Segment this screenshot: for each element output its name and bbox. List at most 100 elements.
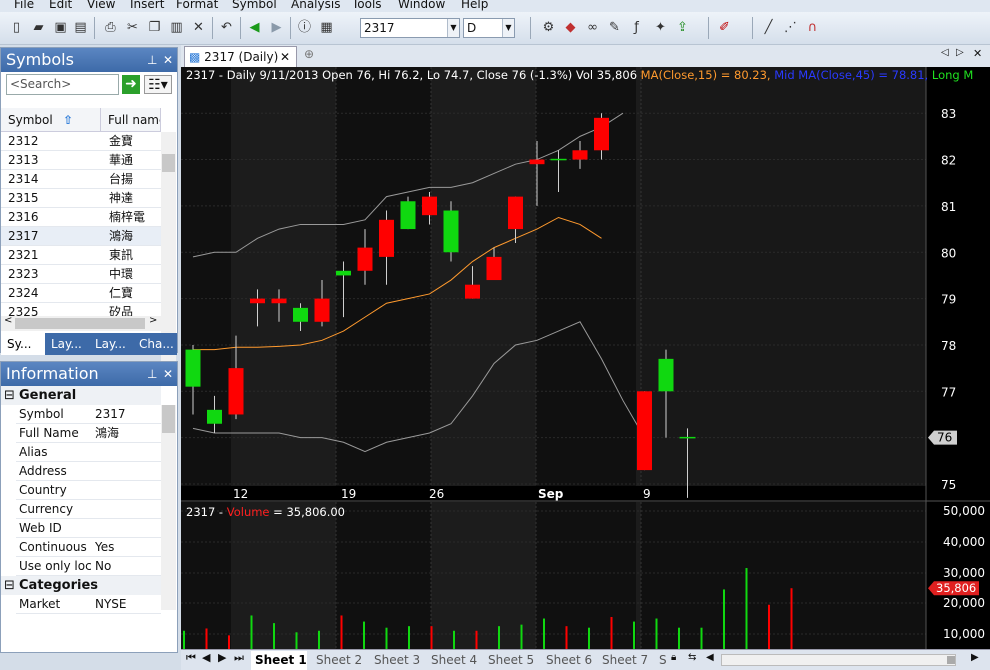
magnet-icon[interactable]: ∩ — [804, 19, 821, 36]
menu-symbol[interactable]: Symbol — [232, 0, 277, 11]
chevron-down-icon[interactable]: ▼ — [502, 19, 514, 37]
new-file-icon[interactable]: ▯ — [8, 19, 25, 36]
close-document-icon[interactable]: ✕ — [973, 47, 982, 60]
menu-insert[interactable]: Insert — [130, 0, 164, 11]
glasses-icon[interactable]: ∞ — [584, 19, 601, 36]
pin-icon[interactable]: ⊥ — [147, 48, 157, 72]
symbol-row-2313[interactable]: 2313 華通 — [1, 151, 161, 170]
cut-icon[interactable]: ✂ — [124, 19, 141, 36]
info-row[interactable]: Currency — [16, 500, 161, 519]
settings-icon[interactable]: ⚙ — [540, 19, 557, 36]
search-input[interactable]: <Search> — [6, 74, 119, 95]
symbols-scrollbar[interactable] — [161, 132, 176, 364]
scrollbar-thumb[interactable] — [162, 154, 175, 172]
sheet-tab[interactable]: Sheet 1 — [251, 651, 307, 670]
scrollbar-thumb[interactable] — [15, 318, 145, 329]
info-row[interactable]: Alias — [16, 443, 161, 462]
sheet-tab[interactable]: Sheet 3 — [370, 651, 420, 670]
info-row[interactable]: Continuous c Yes — [16, 538, 161, 557]
menu-analysis[interactable]: Analysis — [291, 0, 340, 11]
next-sheet-icon[interactable]: ▶ — [218, 651, 226, 664]
forward-icon[interactable]: ▶ — [268, 19, 285, 36]
back-icon[interactable]: ◀ — [246, 19, 263, 36]
open-folder-icon[interactable]: ▰ — [30, 19, 47, 36]
collapse-icon[interactable]: ⊟ — [4, 576, 15, 595]
symbol-combo[interactable]: 2317 ▼ — [360, 18, 460, 38]
last-sheet-icon[interactable]: ⏭ — [234, 651, 244, 665]
symbol-row-2321[interactable]: 2321 東訊 — [1, 246, 161, 265]
print-icon[interactable]: ⎙ — [102, 19, 119, 36]
copy-icon[interactable]: ❐ — [146, 19, 163, 36]
tab-chart-2317[interactable]: ▩ 2317 (Daily) ✕ — [184, 46, 297, 67]
menu-view[interactable]: View — [87, 0, 115, 11]
menu-format[interactable]: Format — [176, 0, 218, 11]
sheet-tab[interactable]: Sheet 4 — [427, 651, 477, 670]
scroll-right-icon[interactable]: > — [149, 315, 157, 326]
info-row[interactable]: Web ID — [16, 519, 161, 538]
magic-wand-icon[interactable]: ✦ — [652, 19, 669, 36]
symbol-row-2316[interactable]: 2316 楠梓電 — [1, 208, 161, 227]
period-combo[interactable]: D ▼ — [463, 18, 515, 38]
horizontal-scrollbar[interactable]: < > — [1, 315, 161, 331]
first-sheet-icon[interactable]: ⏮ — [186, 651, 196, 665]
tab-scroll-right-icon[interactable]: ▷ — [956, 47, 964, 58]
menu-tools[interactable]: Tools — [352, 0, 382, 11]
edit-icon[interactable]: ✎ — [606, 19, 623, 36]
close-icon[interactable]: ✕ — [163, 48, 173, 72]
menu-help[interactable]: Help — [461, 0, 488, 11]
info-scrollbar[interactable] — [161, 405, 176, 610]
chevron-down-icon[interactable]: ▼ — [447, 19, 459, 37]
info-row[interactable]: Full Name 鴻海 — [16, 424, 161, 443]
sheet-tab[interactable]: Sheet 2 — [312, 651, 362, 670]
draw-color-icon[interactable]: ✐ — [716, 19, 733, 36]
sheet-tab[interactable]: Sheet 6 — [542, 651, 592, 670]
paste-icon[interactable]: ▥ — [168, 19, 185, 36]
column-header-symbol[interactable]: Symbol ⇧ — [1, 108, 101, 132]
symbol-row-2312[interactable]: 2312 金寶 — [1, 132, 161, 151]
scroll-left-icon[interactable]: ◀ — [706, 652, 714, 663]
symbol-row-2314[interactable]: 2314 台揚 — [1, 170, 161, 189]
column-header-fullname[interactable]: Full name — [101, 108, 161, 132]
category-general[interactable]: ⊟ General — [1, 386, 161, 405]
dotted-line-icon[interactable]: ⋰ — [782, 19, 799, 36]
go-arrow-icon[interactable]: ➜ — [122, 75, 140, 94]
delete-icon[interactable]: ✕ — [190, 19, 207, 36]
symbol-row-2315[interactable]: 2315 神達 — [1, 189, 161, 208]
info-icon[interactable]: ⓘ — [296, 19, 313, 36]
save-icon[interactable]: ▣ — [52, 19, 69, 36]
price-volume-chart[interactable]: 75 76 77 78 79 80 81 82 83 10,000 20,000 30,000 40,0… — [181, 67, 990, 649]
tab-layouts[interactable]: Lay... — [89, 333, 133, 355]
export-icon[interactable]: ⇪ — [674, 19, 691, 36]
tab-charts[interactable]: Cha... — [133, 333, 177, 355]
scroll-sync-icon[interactable]: ⇆ — [688, 652, 696, 663]
list-view-icon[interactable]: ☷▾ — [144, 75, 172, 94]
line-tool-icon[interactable]: ╱ — [760, 19, 777, 36]
prev-sheet-icon[interactable]: ◀ — [202, 651, 210, 664]
lock-icon[interactable]: 🔒︎ — [671, 652, 676, 663]
chart-area[interactable]: 75 76 77 78 79 80 81 82 83 10,000 20,000 30,000 40,0… — [181, 67, 990, 649]
symbol-row-2323[interactable]: 2323 中環 — [1, 265, 161, 284]
sheet-tab[interactable]: Sheet 5 — [484, 651, 534, 670]
horizontal-scrollbar[interactable] — [721, 654, 956, 666]
menu-edit[interactable]: Edit — [49, 0, 72, 11]
pin-icon[interactable]: ⊥ — [147, 362, 157, 386]
tab-layers[interactable]: Lay... — [45, 333, 89, 355]
close-icon[interactable]: ✕ — [163, 362, 173, 386]
scrollbar-thumb[interactable] — [947, 656, 955, 664]
menu-file[interactable]: File — [14, 0, 34, 11]
close-tab-icon[interactable]: ✕ — [280, 47, 290, 67]
info-row[interactable]: Address — [16, 462, 161, 481]
scroll-left-icon[interactable]: < — [4, 315, 12, 326]
sheet-tab[interactable]: Sheet 7 — [598, 651, 648, 670]
diamond-icon[interactable]: ◆ — [562, 19, 579, 36]
chart-icon[interactable]: ▦ — [318, 19, 335, 36]
info-row[interactable]: Symbol 2317 — [16, 405, 161, 424]
formula-icon[interactable]: ƒ — [628, 19, 645, 36]
symbol-row-2317[interactable]: 2317 鴻海 — [1, 227, 161, 246]
info-row[interactable]: Use only loca No — [16, 557, 161, 576]
info-row[interactable]: Country — [16, 481, 161, 500]
tab-scroll-left-icon[interactable]: ◁ — [941, 47, 949, 58]
symbol-row-2324[interactable]: 2324 仁寶 — [1, 284, 161, 303]
tab-symbols[interactable]: Sy... — [1, 333, 45, 355]
menu-window[interactable]: Window — [398, 0, 445, 11]
